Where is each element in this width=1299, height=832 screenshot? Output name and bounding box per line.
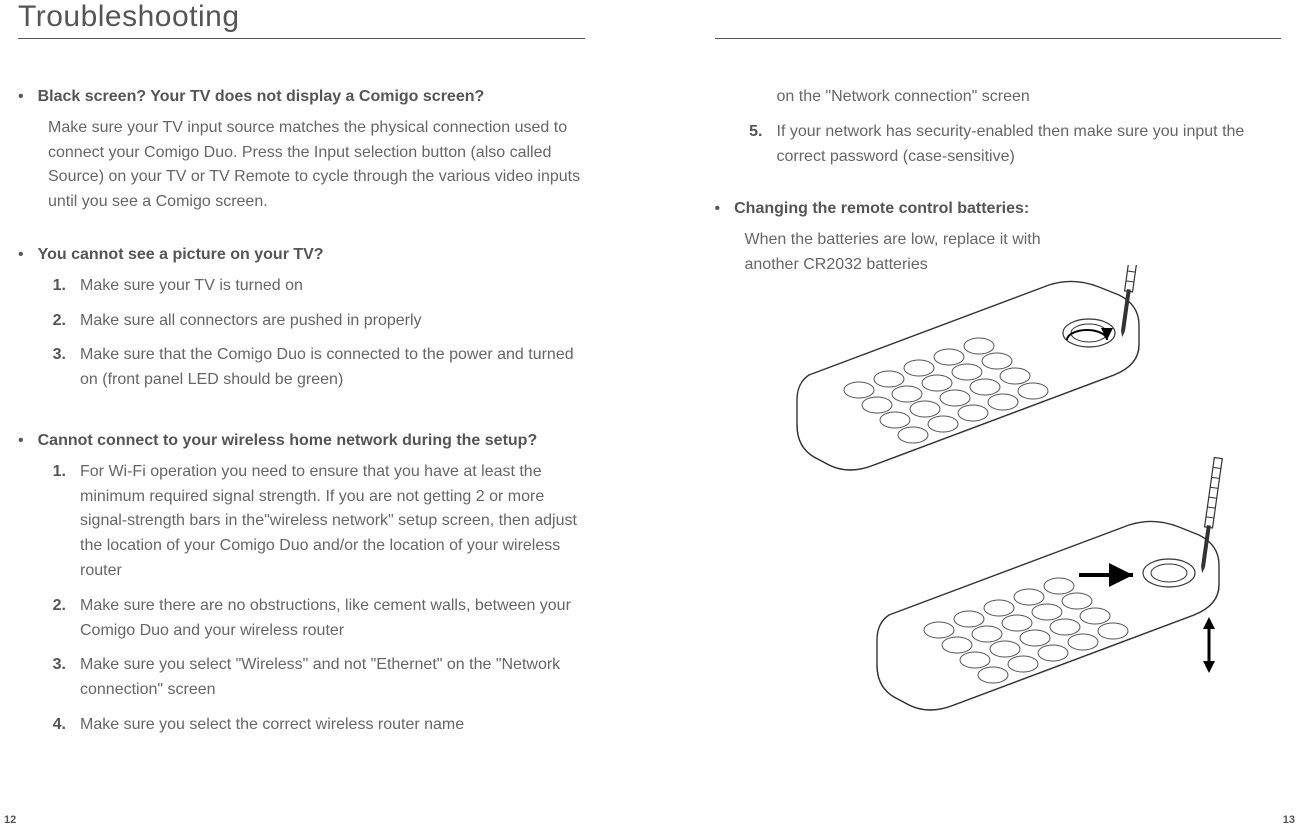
rule-right — [715, 38, 1282, 39]
section-title: Cannot connect to your wireless home net… — [38, 429, 538, 454]
rule-left — [18, 38, 585, 39]
remote-battery-illustration — [729, 265, 1269, 755]
list-item: 5. If your network has security-enabled … — [745, 120, 1282, 170]
page-title: Troubleshooting — [18, 0, 1281, 34]
list-text: Make sure all connectors are pushed in p… — [80, 309, 585, 334]
section-black-screen: • Black screen? Your TV does not display… — [18, 85, 585, 215]
section-title: Changing the remote control batteries: — [734, 197, 1029, 222]
bullet-icon: • — [18, 243, 24, 268]
page-number-right: 13 — [1283, 814, 1295, 826]
list-number: 2. — [48, 594, 66, 619]
list-item: 3. Make sure you select "Wireless" and n… — [48, 653, 585, 703]
list-text: For Wi-Fi operation you need to ensure t… — [80, 460, 585, 584]
left-column: • Black screen? Your TV does not display… — [18, 85, 585, 766]
list-text: Make sure you select "Wireless" and not … — [80, 653, 585, 703]
list-number: 5. — [745, 120, 763, 145]
list-text: Make sure you select the correct wireles… — [80, 713, 585, 738]
bullet-icon: • — [715, 197, 721, 222]
header-rules — [18, 38, 1281, 39]
list-text: Make sure that the Comigo Duo is connect… — [80, 343, 585, 393]
continued-text: on the "Network connection" screen — [777, 85, 1282, 110]
bullet-icon: • — [18, 85, 24, 110]
list-number: 3. — [48, 653, 66, 678]
list-item: 4. Make sure you select the correct wire… — [48, 713, 585, 738]
list-item: 1. For Wi-Fi operation you need to ensur… — [48, 460, 585, 584]
list-text: Make sure there are no obstructions, lik… — [80, 594, 585, 644]
ordered-list: 1. Make sure your TV is turned on 2. Mak… — [48, 274, 585, 393]
list-number: 3. — [48, 343, 66, 368]
ordered-list: 1. For Wi-Fi operation you need to ensur… — [48, 460, 585, 738]
bullet-icon: • — [18, 429, 24, 454]
section-body: Make sure your TV input source matches t… — [48, 116, 585, 215]
list-item: 3. Make sure that the Comigo Duo is conn… — [48, 343, 585, 393]
section-title: You cannot see a picture on your TV? — [38, 243, 324, 268]
list-item: 2. Make sure there are no obstructions, … — [48, 594, 585, 644]
section-wireless: • Cannot connect to your wireless home n… — [18, 429, 585, 738]
section-no-picture: • You cannot see a picture on your TV? 1… — [18, 243, 585, 393]
page-number-left: 12 — [4, 814, 16, 826]
list-text: If your network has security-enabled the… — [777, 120, 1282, 170]
list-item: 1. Make sure your TV is turned on — [48, 274, 585, 299]
list-number: 1. — [48, 274, 66, 299]
list-number: 1. — [48, 460, 66, 485]
list-number: 2. — [48, 309, 66, 334]
list-item: 2. Make sure all connectors are pushed i… — [48, 309, 585, 334]
list-number: 4. — [48, 713, 66, 738]
list-text: Make sure your TV is turned on — [80, 274, 585, 299]
section-title: Black screen? Your TV does not display a… — [38, 85, 485, 110]
